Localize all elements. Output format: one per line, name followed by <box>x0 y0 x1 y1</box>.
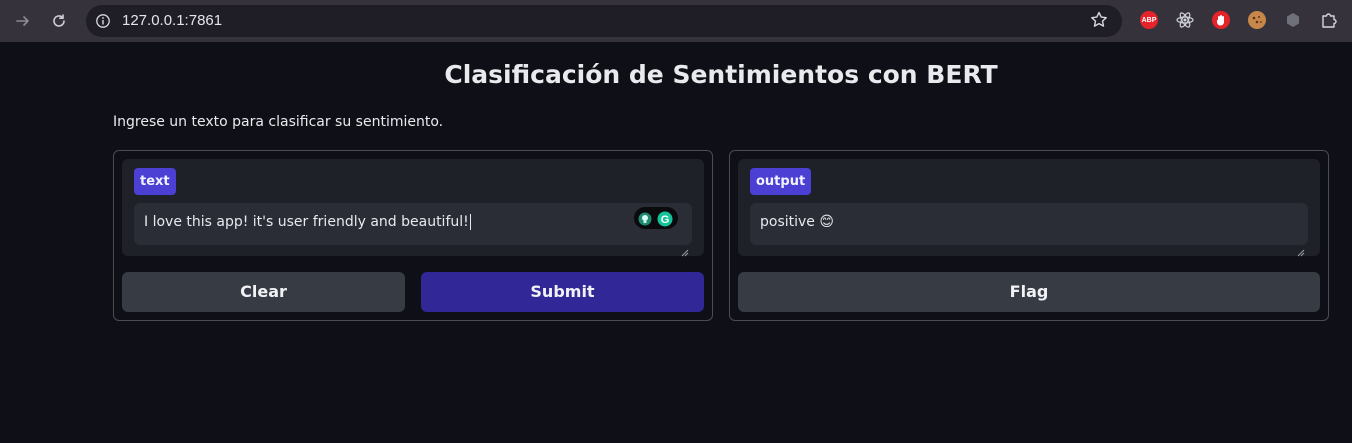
address-bar[interactable]: 127.0.0.1:7861 <box>86 5 1122 37</box>
react-devtools-icon[interactable] <box>1176 11 1194 29</box>
text-label: text <box>134 168 176 195</box>
text-cursor <box>469 214 471 230</box>
output-value: positive 😊 <box>760 214 834 230</box>
text-input-value: I love this app! it's user friendly and … <box>144 214 469 230</box>
url-text: 127.0.0.1:7861 <box>122 12 223 29</box>
forward-icon[interactable] <box>11 9 35 33</box>
hand-stop-icon[interactable] <box>1212 11 1230 29</box>
browser-toolbar: 127.0.0.1:7861 ABP <box>0 0 1352 42</box>
bookmark-star-icon[interactable] <box>1088 9 1110 31</box>
page-description: Ingrese un texto para clasificar su sent… <box>113 114 444 130</box>
input-panel: text I love this app! it's user friendly… <box>113 150 713 321</box>
output-label: output <box>750 168 812 195</box>
resize-handle-icon[interactable] <box>1297 234 1305 257</box>
text-input-block: text I love this app! it's user friendly… <box>122 159 704 257</box>
cookie-icon[interactable] <box>1248 11 1266 29</box>
output-field: positive 😊 <box>750 203 1308 257</box>
svg-text:G: G <box>661 214 670 226</box>
flag-button[interactable]: Flag <box>738 272 1320 312</box>
site-info-icon[interactable] <box>95 13 111 29</box>
page-title: Clasificación de Sentimientos con BERT <box>444 60 998 89</box>
clear-button[interactable]: Clear <box>122 272 405 312</box>
output-panel: output positive 😊 Flag <box>729 150 1329 321</box>
app-page: Clasificación de Sentimientos con BERT I… <box>0 42 1352 443</box>
reload-icon[interactable] <box>47 9 71 33</box>
extension-hex-icon[interactable] <box>1284 11 1302 29</box>
adblock-plus-icon[interactable]: ABP <box>1140 11 1158 29</box>
submit-button[interactable]: Submit <box>421 272 704 312</box>
text-input[interactable]: I love this app! it's user friendly and … <box>134 203 692 257</box>
output-block: output positive 😊 <box>738 159 1320 257</box>
resize-handle-icon[interactable] <box>681 234 689 257</box>
puzzle-icon[interactable] <box>1320 11 1338 29</box>
grammarly-widget[interactable]: G <box>634 207 678 229</box>
